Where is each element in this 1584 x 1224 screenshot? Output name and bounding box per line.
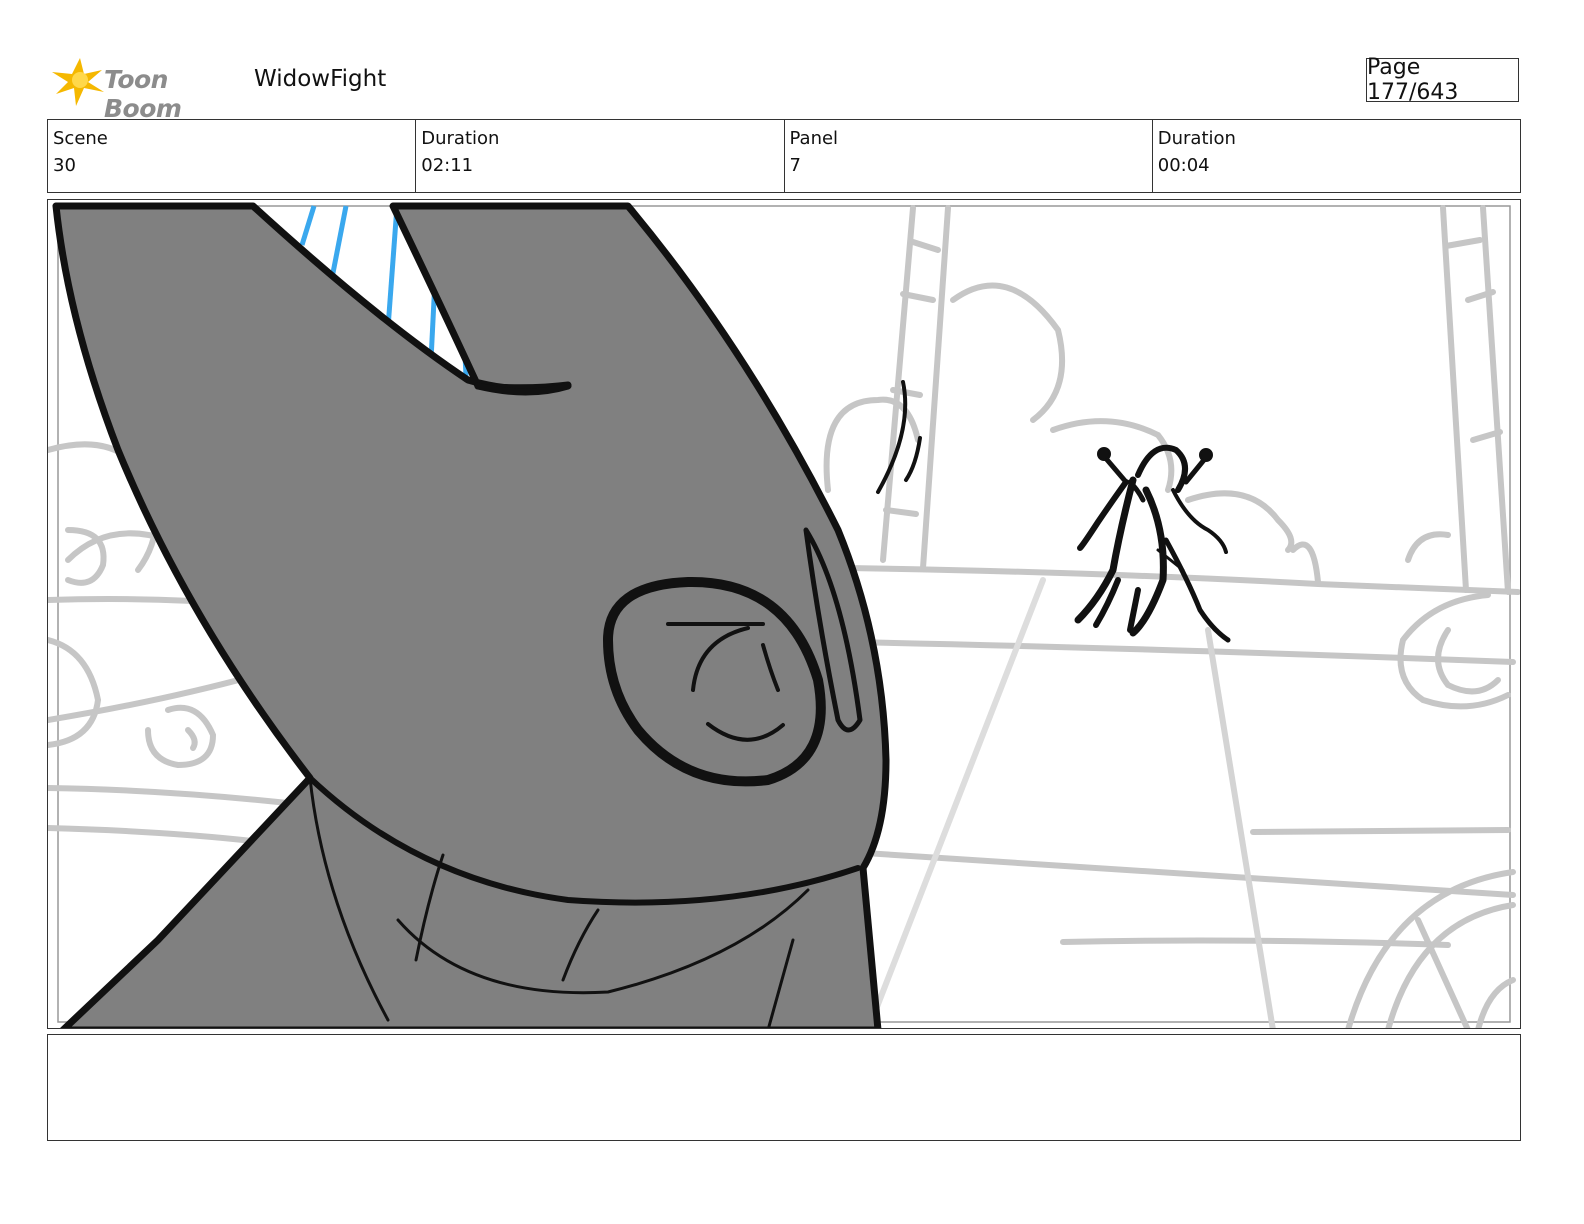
- scene-duration-cell: Duration 02:11: [416, 120, 785, 192]
- project-title: WidowFight: [254, 66, 387, 92]
- scene-label: Scene: [53, 128, 108, 149]
- scene-value: 30: [53, 155, 76, 176]
- storyboard-panel-image: [47, 199, 1521, 1029]
- toon-boom-logo: Toon Boom: [50, 56, 240, 123]
- panel-duration-label: Duration: [1157, 128, 1236, 149]
- panel-value: 7: [789, 155, 801, 176]
- distant-figure: [1074, 444, 1231, 643]
- toon-boom-star-icon: [52, 58, 104, 106]
- panel-label: Panel: [789, 128, 839, 149]
- panel-cell: Panel 7: [785, 120, 1153, 192]
- scene-duration-label: Duration: [421, 128, 500, 149]
- panel-duration-cell: Duration 00:04: [1153, 120, 1520, 192]
- scene-duration-value: 02:11: [421, 155, 474, 176]
- panel-drawing: [48, 202, 1520, 1028]
- foreground-character: [52, 202, 890, 1028]
- page-number: Page 177/643: [1366, 55, 1519, 105]
- panel-duration-value: 00:04: [1157, 155, 1210, 176]
- panel-notes-box: [47, 1034, 1521, 1141]
- panel-info-table: Scene 30 Duration 02:11 Panel 7 Duration…: [47, 119, 1521, 193]
- logo-wordmark: Toon Boom: [104, 65, 182, 123]
- scene-cell: Scene 30: [48, 120, 417, 192]
